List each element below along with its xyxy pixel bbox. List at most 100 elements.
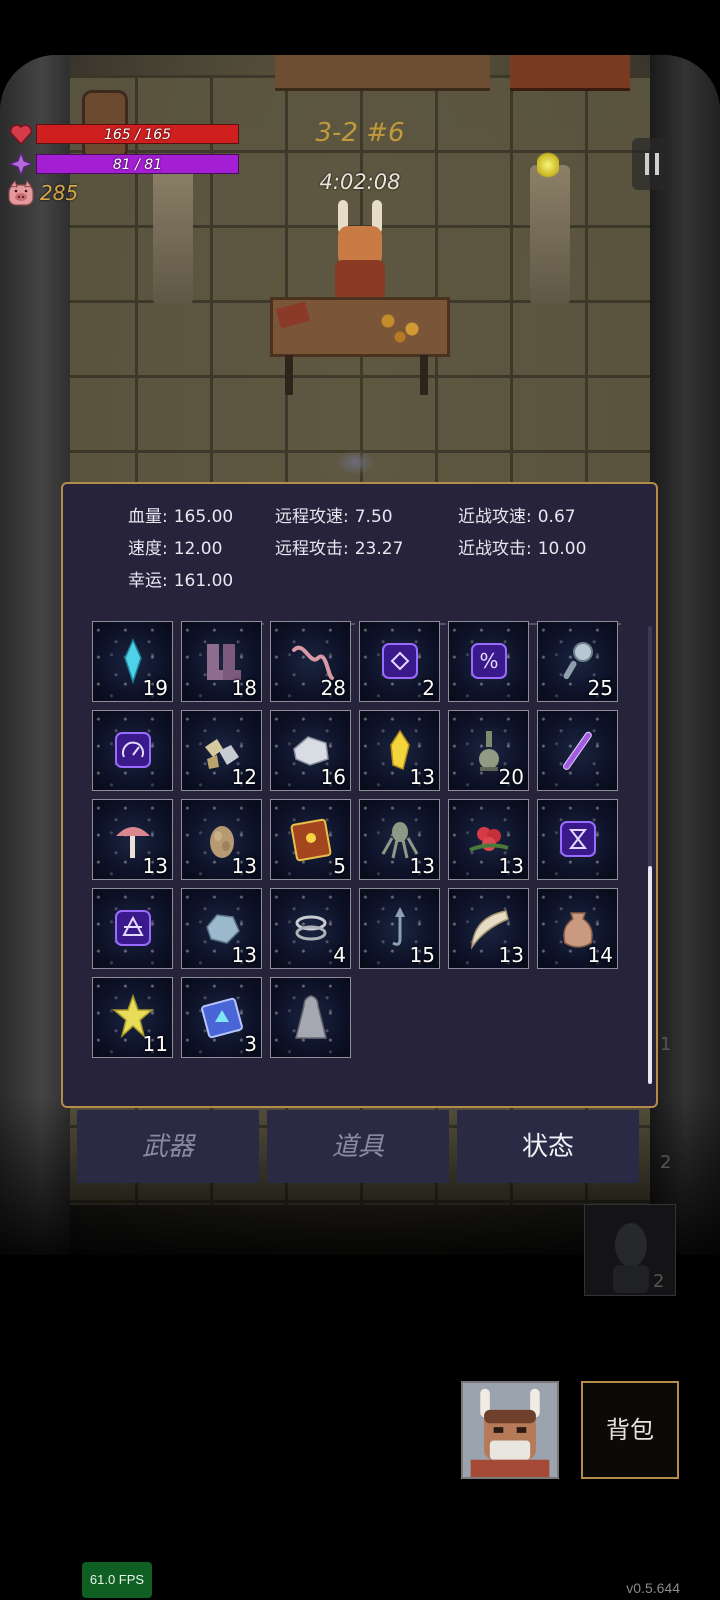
shopkeeper-npc[interactable] (330, 200, 390, 300)
run-timer: 4:02:08 (319, 170, 401, 194)
item-slot[interactable]: 12 (181, 710, 262, 791)
purple-wand-icon (563, 731, 592, 770)
item-slot[interactable]: 19 (92, 621, 173, 702)
blue-tome-icon (201, 997, 243, 1039)
item-count: 11 (142, 1032, 168, 1056)
stat-label: 速度: (128, 539, 168, 559)
item-slot[interactable]: 2 (359, 621, 440, 702)
item-count: 13 (231, 854, 257, 878)
item-count: 14 (587, 943, 613, 967)
rune-gauge-icon (115, 732, 151, 768)
item-slot[interactable]: 16 (270, 710, 351, 791)
version-label: v0.5.644 (626, 1580, 680, 1596)
left-pillar (153, 165, 193, 305)
stat-melee-speed: 近战攻速: 0.67 (458, 506, 576, 528)
status-panel: 血量: 165.00 速度: 12.00 幸运: 161.00 远程攻速: 7.50 远… (61, 482, 658, 1108)
item-slot[interactable]: 15 (359, 888, 440, 969)
stat-label: 远程攻击: (275, 539, 349, 559)
item-slot[interactable] (92, 888, 173, 969)
tab-items[interactable]: 道具 (267, 1110, 449, 1183)
item-slot[interactable]: % (448, 621, 529, 702)
item-slot[interactable]: 13 (359, 710, 440, 791)
item-slot[interactable] (537, 710, 618, 791)
stat-luck: 幸运: 161.00 (128, 570, 233, 592)
stat-hp: 血量: 165.00 (128, 506, 233, 528)
item-slot[interactable]: 20 (448, 710, 529, 791)
item-slot[interactable]: 13 (448, 799, 529, 880)
right-pillar (530, 165, 570, 305)
table-leg (285, 355, 293, 395)
stat-ranged-speed: 远程攻速: 7.50 (275, 506, 393, 528)
item-slot[interactable]: 13 (448, 888, 529, 969)
item-slot[interactable] (270, 977, 351, 1058)
character-portrait-icon (463, 1383, 557, 1477)
item-slot[interactable]: 13 (359, 799, 440, 880)
item-count: 16 (320, 765, 346, 789)
item-slot[interactable] (537, 799, 618, 880)
item-count: 20 (498, 765, 524, 789)
item-count: 13 (409, 854, 435, 878)
heart-icon (9, 124, 33, 146)
side-count: 2 (653, 1271, 665, 1292)
item-count: 3 (244, 1032, 257, 1056)
item-slot[interactable] (92, 710, 173, 791)
pause-icon (655, 153, 659, 175)
stat-value: 161.00 (173, 571, 234, 591)
torch-flame (537, 150, 559, 180)
stat-label: 幸运: (128, 571, 168, 591)
level-indicator: 3-2 #6 (315, 118, 405, 148)
item-scrollbar[interactable] (648, 626, 652, 1084)
item-slot[interactable]: 5 (270, 799, 351, 880)
item-slot[interactable]: 28 (270, 621, 351, 702)
item-slot[interactable]: 11 (92, 977, 173, 1058)
item-slot[interactable]: 4 (270, 888, 351, 969)
item-slot[interactable]: 13 (92, 799, 173, 880)
spell-book-icon (290, 818, 332, 862)
item-count: 13 (142, 854, 168, 878)
item-count: 18 (231, 676, 257, 700)
item-slot[interactable]: 13 (181, 888, 262, 969)
rune-hourglass-icon (560, 821, 596, 857)
mana-bar: 81 / 81 (36, 154, 239, 174)
stat-melee-attack: 近战攻击: 10.00 (458, 538, 586, 560)
mana-text: 81 / 81 (112, 157, 163, 173)
item-count: 28 (320, 676, 346, 700)
pause-icon (645, 153, 649, 175)
item-slot[interactable]: 18 (181, 621, 262, 702)
bag-button[interactable]: 背包 (581, 1381, 679, 1479)
health-text: 165 / 165 (103, 127, 172, 143)
stat-label: 近战攻击: (458, 539, 532, 559)
shelf (275, 55, 490, 91)
item-slot[interactable]: 14 (537, 888, 618, 969)
item-count: 13 (231, 943, 257, 967)
stat-value: 7.50 (354, 507, 393, 527)
cloak-icon (295, 995, 327, 1039)
pause-button[interactable] (632, 138, 672, 190)
item-slot[interactable]: 3 (181, 977, 262, 1058)
item-slot[interactable]: 25 (537, 621, 618, 702)
rune-diamond-icon (382, 643, 418, 679)
tab-weapons[interactable]: 武器 (77, 1110, 259, 1183)
item-slot[interactable]: 13 (181, 799, 262, 880)
item-count: 13 (498, 854, 524, 878)
item-count: 25 (587, 676, 613, 700)
item-count: 12 (231, 765, 257, 789)
stat-label: 近战攻速: (458, 507, 532, 527)
stat-value: 10.00 (537, 539, 587, 559)
character-portrait-button[interactable] (461, 1381, 559, 1479)
side-portrait: 2 (584, 1204, 676, 1296)
stat-value: 0.67 (537, 507, 576, 527)
right-wall (650, 55, 720, 1255)
stat-speed: 速度: 12.00 (128, 538, 222, 560)
stat-value: 12.00 (173, 539, 223, 559)
item-count: 4 (333, 943, 346, 967)
stat-label: 血量: (128, 507, 168, 527)
scrollbar-thumb[interactable] (648, 866, 652, 1084)
tab-status[interactable]: 状态 (457, 1110, 639, 1183)
item-count: 19 (142, 676, 168, 700)
item-count: 2 (422, 676, 435, 700)
rune-triangle-icon (115, 910, 151, 946)
coin-count: 285 (40, 181, 79, 205)
side-count: 2 (660, 1152, 672, 1173)
mana-icon (8, 151, 34, 177)
